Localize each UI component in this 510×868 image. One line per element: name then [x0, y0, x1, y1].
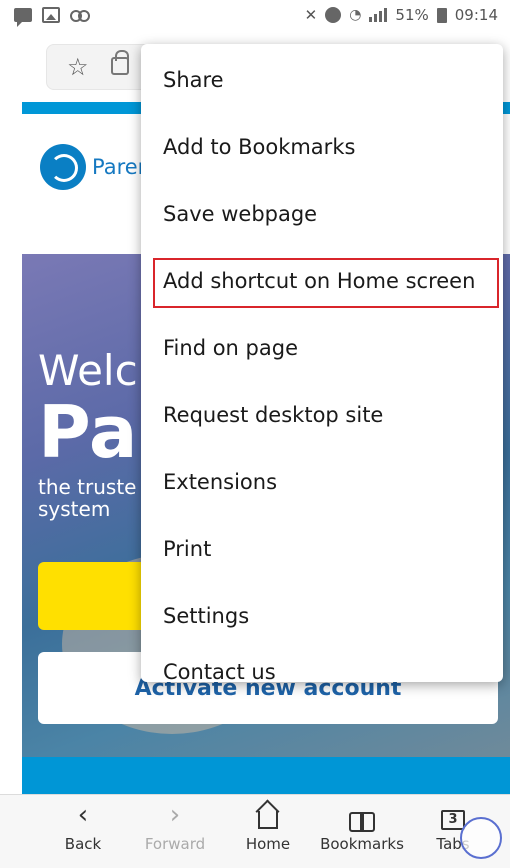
mute-icon: ✕ — [304, 6, 318, 24]
bookmarks-button[interactable]: Bookmarks — [316, 795, 408, 868]
forward-label: Forward — [144, 835, 206, 853]
back-icon: ‹ — [77, 800, 89, 830]
notification-icons — [14, 7, 90, 27]
hero-welcome-text: Welc — [38, 346, 138, 395]
clock: 09:14 — [454, 6, 498, 24]
tabs-icon: 3 — [441, 810, 465, 830]
menu-item-request-desktop-site[interactable]: Request desktop site — [141, 381, 503, 448]
menu-item-extensions[interactable]: Extensions — [141, 448, 503, 515]
bookmarks-icon — [349, 812, 375, 832]
bottom-navigation: ‹ Back › Forward Home Bookmarks 3 Tabs — [0, 794, 510, 868]
home-icon — [258, 811, 278, 829]
back-label: Back — [64, 835, 102, 853]
battery-icon — [436, 7, 447, 23]
forward-icon: › — [169, 800, 181, 830]
menu-item-save-webpage[interactable]: Save webpage — [141, 180, 503, 247]
hero-brand-text: Pa — [38, 390, 138, 474]
status-bar: ✕ ◔ 51% 09:14 — [0, 0, 510, 32]
signal-icon — [369, 8, 388, 22]
lock-icon[interactable] — [111, 50, 129, 75]
footer-stripe — [22, 757, 510, 794]
star-icon[interactable]: ☆ — [67, 53, 89, 81]
menu-item-print[interactable]: Print — [141, 515, 503, 582]
bookmarks-label: Bookmarks — [320, 835, 404, 853]
watermark-badge — [460, 817, 502, 859]
wifi-icon: ◔ — [349, 7, 362, 23]
browser-overflow-menu: Share Add to Bookmarks Save webpage Add … — [141, 44, 503, 682]
alarm-icon — [325, 7, 342, 23]
hero-tagline: the truste system — [38, 475, 137, 521]
menu-item-add-to-bookmarks[interactable]: Add to Bookmarks — [141, 113, 503, 180]
menu-item-contact-us[interactable]: Contact us — [141, 638, 503, 682]
system-icons: ✕ ◔ 51% 09:14 — [305, 6, 498, 24]
battery-percent: 51% — [395, 6, 429, 24]
menu-item-find-on-page[interactable]: Find on page — [141, 314, 503, 381]
logo-mark-icon — [40, 144, 86, 190]
home-label: Home — [245, 835, 291, 853]
message-icon — [14, 8, 32, 27]
home-button[interactable]: Home — [242, 795, 294, 868]
voicemail-icon — [70, 10, 90, 22]
forward-button[interactable]: › Forward — [140, 795, 210, 868]
image-icon — [42, 7, 60, 23]
menu-item-share[interactable]: Share — [141, 46, 503, 113]
site-logo[interactable]: Paren — [40, 144, 151, 190]
back-button[interactable]: ‹ Back — [60, 795, 106, 868]
menu-item-add-shortcut[interactable]: Add shortcut on Home screen — [141, 247, 503, 314]
